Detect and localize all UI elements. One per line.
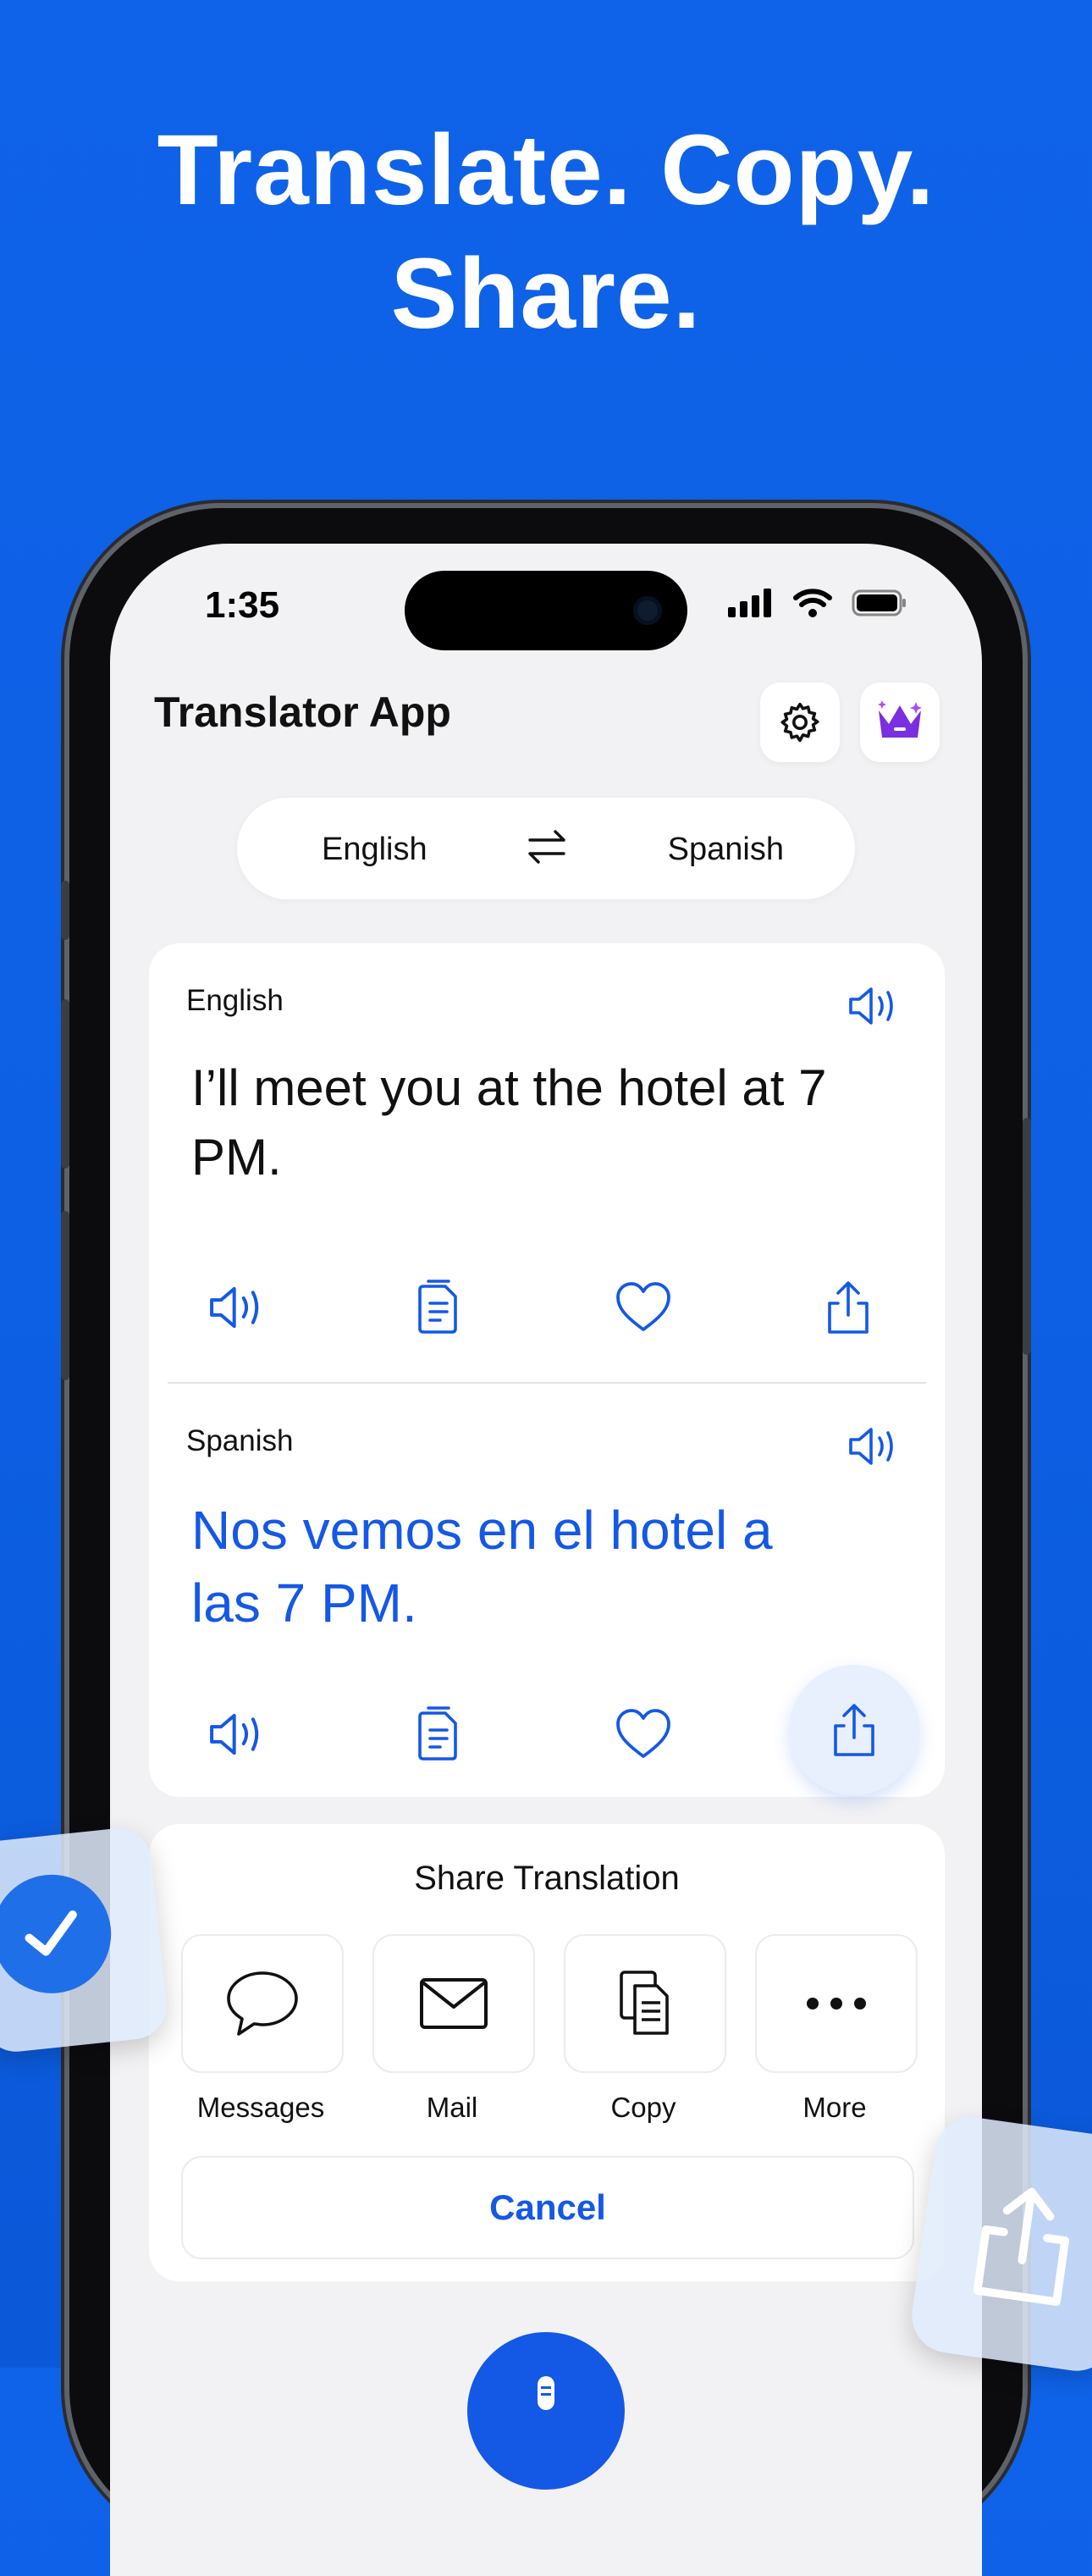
checkmark-icon — [25, 1910, 77, 1956]
target-share-button[interactable] — [789, 1665, 919, 1795]
swap-languages-button[interactable] — [523, 823, 571, 875]
share-icon — [828, 1281, 869, 1334]
heart-icon — [616, 1282, 670, 1331]
source-text[interactable]: I’ll meet you at the hotel at 7 PM. — [191, 1053, 852, 1192]
premium-button[interactable] — [860, 683, 940, 762]
target-favorite-button[interactable] — [609, 1700, 677, 1768]
gear-icon — [780, 702, 819, 743]
share-option-label: Copy — [610, 2092, 676, 2123]
target-speak-button[interactable] — [203, 1700, 271, 1768]
target-label: Spanish — [186, 1424, 294, 1457]
phone-frame: 1:35 Translator App English Spanish Engl… — [61, 508, 1031, 2576]
target-language-button[interactable]: Spanish — [668, 832, 784, 868]
target-copy-button[interactable] — [405, 1700, 472, 1768]
app-title: Translator App — [154, 688, 451, 736]
source-language-button[interactable]: English — [322, 832, 427, 868]
cancel-button[interactable]: Cancel — [181, 2156, 914, 2259]
status-time: 1:35 — [205, 584, 280, 626]
headline-line-2: Share. — [390, 238, 702, 350]
translation-card: English I’ll meet you at the hotel at 7 … — [149, 943, 945, 1797]
share-option-label: Messages — [196, 2092, 325, 2123]
wifi-icon — [793, 589, 832, 617]
source-label: English — [186, 984, 284, 1017]
share-option-more[interactable]: More — [755, 1934, 918, 2124]
copy-icon — [418, 1280, 457, 1334]
speaker-icon — [210, 1713, 259, 1755]
battery-icon — [852, 589, 906, 616]
speaker-icon — [210, 1286, 259, 1329]
share-option-messages[interactable]: Messages — [181, 1934, 344, 2124]
phone-side-button — [61, 999, 69, 1169]
share-sheet: Share Translation Messages Mail Copy Mor… — [149, 1824, 945, 2281]
phone-power-button — [1023, 1118, 1031, 1355]
microphone-icon — [538, 2376, 554, 2410]
status-icons — [728, 588, 907, 618]
target-speak-top-button[interactable] — [840, 1412, 907, 1480]
source-copy-button[interactable] — [405, 1274, 472, 1341]
source-favorite-button[interactable] — [609, 1274, 677, 1341]
checkmark-badge — [0, 1825, 170, 2055]
speech-bubble-icon — [227, 1971, 298, 2036]
source-share-button[interactable] — [814, 1274, 882, 1341]
headline-line-1: Translate. Copy. — [157, 114, 935, 226]
settings-button[interactable] — [760, 683, 840, 762]
crown-icon — [878, 700, 922, 738]
dynamic-island — [405, 571, 687, 650]
card-divider — [168, 1382, 926, 1384]
ellipsis-icon — [807, 1998, 866, 2009]
signal-icon — [728, 589, 771, 617]
target-text[interactable]: Nos vemos en el hotel a las 7 PM. — [191, 1494, 852, 1639]
phone-side-button — [61, 881, 69, 940]
source-speak-button[interactable] — [203, 1274, 271, 1341]
heart-icon — [616, 1709, 670, 1758]
source-speak-top-button[interactable] — [840, 972, 907, 1040]
share-icon — [834, 1704, 874, 1756]
microphone-button[interactable] — [467, 2332, 625, 2490]
swap-arrows-icon — [528, 830, 565, 864]
app-screen: 1:35 Translator App English Spanish Engl… — [110, 544, 982, 2576]
share-option-mail[interactable]: Mail — [372, 1934, 535, 2124]
share-option-label: More — [802, 2092, 867, 2123]
share-icon — [973, 2187, 1069, 2306]
share-badge — [907, 2112, 1092, 2376]
speaker-icon — [849, 1428, 893, 1465]
envelope-icon — [420, 1978, 488, 2029]
share-option-copy[interactable]: Copy — [564, 1934, 726, 2124]
share-option-label: Mail — [426, 2092, 478, 2123]
share-sheet-title: Share Translation — [414, 1860, 680, 1897]
speaker-icon — [849, 987, 893, 1025]
copy-icon — [418, 1706, 457, 1761]
phone-side-button — [61, 1211, 69, 1380]
copy-icon — [620, 1971, 669, 2035]
language-selector: English Spanish — [237, 798, 855, 899]
